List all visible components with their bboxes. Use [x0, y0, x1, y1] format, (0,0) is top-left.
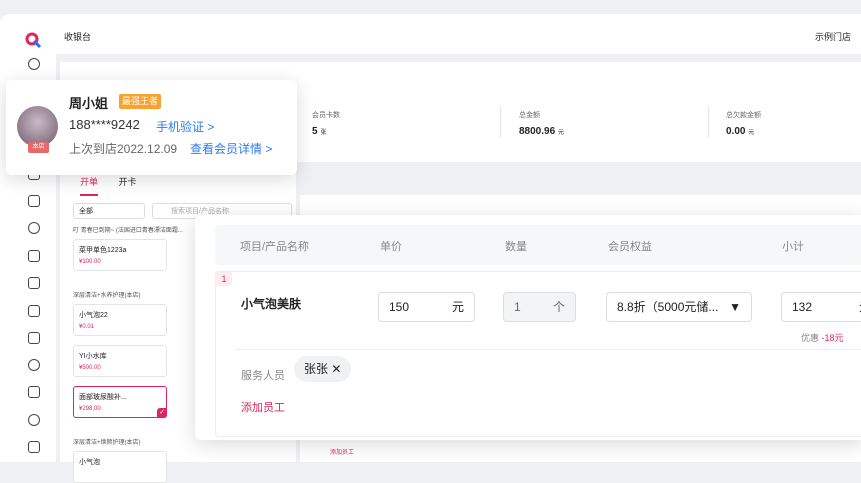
- col-price: 单价: [380, 241, 402, 253]
- col-subtotal: 小计: [782, 241, 804, 253]
- price-input[interactable]: 150 元: [378, 292, 475, 322]
- message-icon[interactable]: [28, 277, 40, 289]
- receipt-icon[interactable]: [28, 305, 40, 317]
- member-level-badge: 最强王者: [119, 94, 162, 109]
- home-icon[interactable]: [28, 386, 40, 398]
- stat-total-amount: 总金额 8800.96 元: [519, 112, 564, 137]
- clipboard-icon[interactable]: [28, 195, 40, 207]
- search-icon[interactable]: [28, 58, 40, 70]
- subtotal-input[interactable]: 132元: [781, 292, 861, 322]
- divider: [236, 349, 861, 350]
- card-icon[interactable]: [28, 332, 40, 344]
- users-icon[interactable]: [28, 359, 40, 371]
- book-icon[interactable]: [28, 441, 40, 453]
- col-qty: 数量: [505, 241, 527, 253]
- close-icon[interactable]: ✕: [331, 362, 341, 376]
- divider: [708, 106, 709, 138]
- item-card[interactable]: 菜甲单色1223a ¥100.00: [73, 239, 167, 271]
- avatar: [17, 106, 58, 147]
- discount-text: 优惠 -18元: [801, 333, 844, 343]
- member-popup: 本店 周小姐 最强王者 188****9242 手机验证 > 上次到店2022.…: [6, 80, 297, 175]
- product-name: 小气泡美肤: [241, 297, 302, 311]
- category-select[interactable]: 全部: [73, 203, 145, 219]
- order-row: 1 小气泡美肤 150元 1个 8.8折（5000元储... ▼ 132元 优惠…: [215, 271, 861, 437]
- stat-total-debt: 总欠款金额 0.00 元: [726, 112, 761, 137]
- clock-icon[interactable]: [28, 222, 40, 234]
- check-icon: ✓: [157, 408, 167, 418]
- row-index: 1: [216, 272, 232, 286]
- quantity-stepper[interactable]: 1个: [503, 292, 576, 322]
- divider: [500, 106, 501, 138]
- tab-open-order[interactable]: 开单: [80, 175, 99, 196]
- staff-chip[interactable]: 张张 ✕: [294, 356, 352, 382]
- category-note: 深层清洁+焕颜护理(本店): [73, 440, 141, 446]
- col-benefit: 会员权益: [608, 241, 652, 253]
- item-card[interactable]: YI小水库 ¥500.00: [73, 345, 167, 377]
- app-logo-icon: [25, 32, 42, 49]
- page-title: 收银台: [64, 32, 92, 42]
- settings-icon[interactable]: [28, 414, 40, 426]
- member-detail-link[interactable]: 查看会员详情 >: [190, 140, 272, 157]
- category-note: 深层清洁+水养护理(本店): [73, 293, 141, 299]
- order-popup: 项目/产品名称 单价 数量 会员权益 小计 1 小气泡美肤 150 元 1个 8.…: [195, 215, 861, 440]
- last-visit: 上次到店2022.12.09: [69, 142, 178, 156]
- col-name: 项目/产品名称: [240, 241, 310, 253]
- chevron-down-icon: ▼: [729, 300, 741, 314]
- store-selector[interactable]: 示例门店: [815, 30, 851, 43]
- stat-card-count: 会员卡数 5 张: [312, 112, 340, 137]
- order-table-header: 项目/产品名称 单价 数量 会员权益 小计: [215, 225, 861, 265]
- member-name: 周小姐: [69, 96, 109, 111]
- benefit-select[interactable]: 8.8折（5000元储... ▼: [606, 292, 752, 322]
- topbar: 收银台 示例门店: [56, 14, 861, 55]
- tab-open-card[interactable]: 开卡: [119, 175, 137, 194]
- add-staff-link[interactable]: 添加员工: [330, 447, 354, 456]
- item-card[interactable]: 小气泡22 ¥0.01: [73, 304, 167, 336]
- item-card[interactable]: 小气泡: [73, 451, 167, 483]
- store-badge: 本店: [28, 142, 49, 153]
- member-phone: 188****9242: [69, 117, 140, 132]
- tag-icon[interactable]: [28, 250, 40, 262]
- add-staff-button[interactable]: 添加员工: [241, 399, 285, 415]
- staff-label: 服务人员: [241, 370, 285, 382]
- category-note: 叮 青春已到期~ (法国进口青春漂洁面霜...: [73, 228, 183, 234]
- item-card-selected[interactable]: 面部玻尿酸补... ¥298.00 ✓: [73, 386, 167, 418]
- phone-verify-link[interactable]: 手机验证 >: [156, 118, 214, 135]
- tabs: 开单 开卡: [80, 175, 155, 196]
